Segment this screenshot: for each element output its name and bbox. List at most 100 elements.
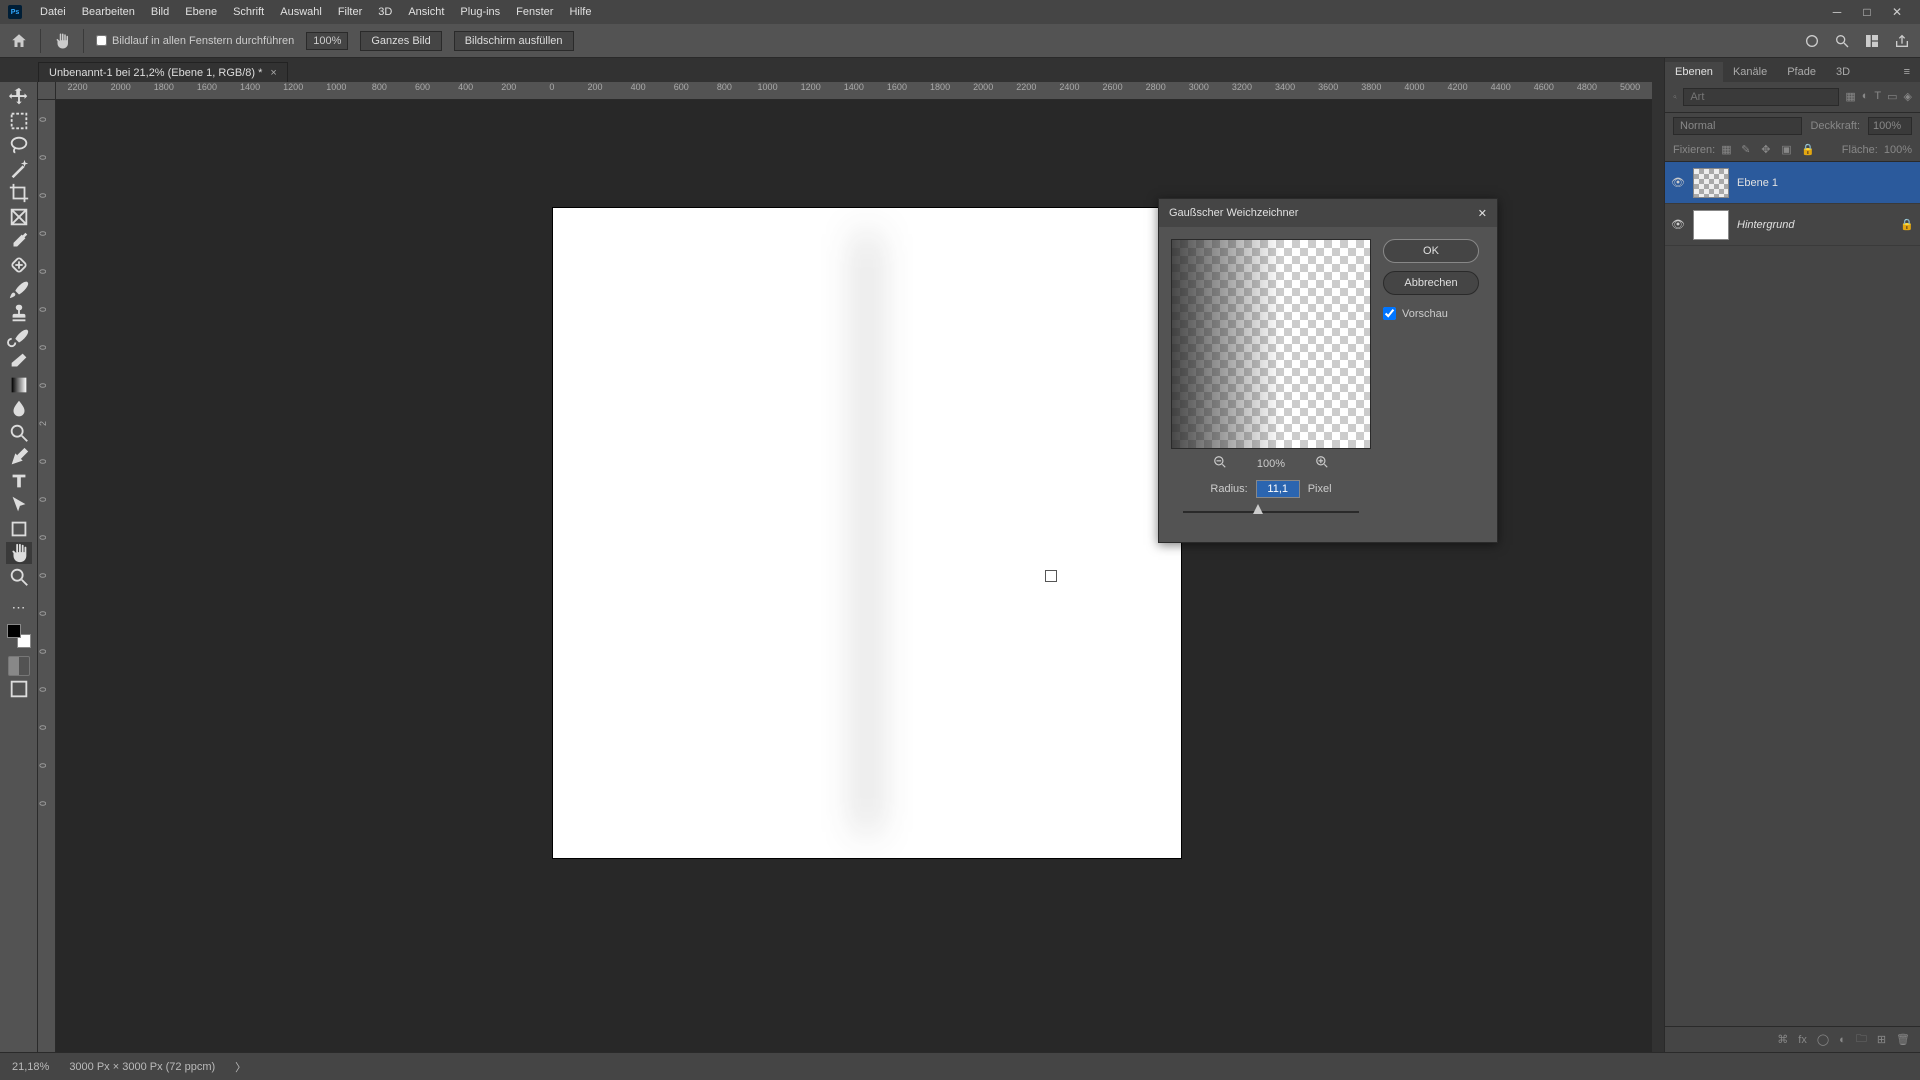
window-maximize-button[interactable]: □ [1852,5,1882,19]
filter-type-icon[interactable]: T [1874,90,1881,104]
fill-screen-button[interactable]: Bildschirm ausfüllen [454,31,574,51]
brush-tool[interactable] [6,278,32,300]
radius-slider[interactable] [1183,504,1359,520]
cloud-icon[interactable] [1804,33,1820,49]
layer-row[interactable]: 👁 Ebene 1 [1665,162,1920,204]
eyedropper-tool[interactable] [6,230,32,252]
scroll-all-windows-input[interactable] [96,35,107,46]
layer-thumbnail[interactable] [1693,168,1729,198]
zoom-field[interactable]: 100% [306,32,348,50]
filter-smart-icon[interactable]: ◈ [1904,90,1912,104]
blur-tool[interactable] [6,398,32,420]
slider-thumb[interactable] [1253,504,1263,514]
tab-paths[interactable]: Pfade [1777,62,1826,82]
lock-pixels-icon[interactable]: ✎ [1741,143,1755,157]
menu-bild[interactable]: Bild [143,3,177,21]
layer-fx-icon[interactable]: fx [1798,1034,1807,1046]
ok-button[interactable]: OK [1383,239,1479,263]
type-tool[interactable] [6,470,32,492]
share-icon[interactable] [1894,33,1910,49]
hand-tool[interactable] [6,542,32,564]
document-tab[interactable]: Unbenannt-1 bei 21,2% (Ebene 1, RGB/8) *… [38,62,288,82]
layer-filter-input[interactable] [1683,88,1839,106]
layer-name[interactable]: Hintergrund [1737,219,1794,231]
home-icon[interactable] [10,32,28,50]
edit-toolbar-icon[interactable]: ⋯ [6,596,32,618]
dialog-close-icon[interactable]: ✕ [1478,207,1487,220]
zoom-tool[interactable] [6,566,32,588]
lasso-tool[interactable] [6,134,32,156]
hand-tool-icon[interactable] [53,32,71,50]
menu-3d[interactable]: 3D [370,3,400,21]
stamp-tool[interactable] [6,302,32,324]
foreground-color[interactable] [7,624,21,638]
radius-input[interactable] [1256,480,1300,498]
dodge-tool[interactable] [6,422,32,444]
blend-mode-select[interactable]: Normal [1673,117,1802,135]
tab-layers[interactable]: Ebenen [1665,62,1723,82]
search-icon[interactable] [1834,33,1850,49]
workspace-icon[interactable] [1864,33,1880,49]
quickmask-toggle[interactable] [8,656,30,676]
close-icon[interactable]: × [270,67,276,79]
new-adjustment-icon[interactable]: ◐ [1839,1034,1846,1046]
pen-tool[interactable] [6,446,32,468]
panel-menu-icon[interactable]: ≡ [1894,62,1920,82]
zoom-out-icon[interactable] [1213,455,1227,472]
menu-ebene[interactable]: Ebene [177,3,225,21]
layer-name[interactable]: Ebene 1 [1737,177,1778,189]
new-layer-icon[interactable]: ⊞ [1877,1033,1886,1046]
delete-layer-icon[interactable]: 🗑 [1896,1033,1910,1046]
tab-3d[interactable]: 3D [1826,62,1860,82]
menu-fenster[interactable]: Fenster [508,3,561,21]
layer-thumbnail[interactable] [1693,210,1729,240]
screenmode-icon[interactable] [6,678,32,700]
filter-adjust-icon[interactable]: ◐ [1862,90,1869,104]
move-tool[interactable] [6,86,32,108]
marquee-tool[interactable] [6,110,32,132]
status-more-icon[interactable]: 〉 [235,1059,246,1075]
history-brush-tool[interactable] [6,326,32,348]
status-zoom[interactable]: 21,18% [12,1061,49,1073]
scroll-all-windows-checkbox[interactable]: Bildlauf in allen Fenstern durchführen [96,35,294,47]
visibility-eye-icon[interactable]: 👁 [1671,218,1685,231]
tab-channels[interactable]: Kanäle [1723,62,1777,82]
menu-plugins[interactable]: Plug-ins [452,3,508,21]
filter-shape-icon[interactable]: ▭ [1887,90,1897,104]
crop-tool[interactable] [6,182,32,204]
eraser-tool[interactable] [6,350,32,372]
gradient-tool[interactable] [6,374,32,396]
canvas[interactable] [553,208,1181,858]
rectangle-tool[interactable] [6,518,32,540]
new-group-icon[interactable]: 🗀 [1856,1030,1867,1049]
foreground-background-colors[interactable] [7,624,31,648]
lock-all-icon[interactable]: 🔒 [1801,143,1815,157]
menu-datei[interactable]: Datei [32,3,74,21]
path-select-tool[interactable] [6,494,32,516]
preview-checkbox[interactable]: Vorschau [1383,307,1479,320]
visibility-eye-icon[interactable]: 👁 [1671,176,1685,189]
window-minimize-button[interactable]: ─ [1822,5,1852,19]
link-layers-icon[interactable]: ⌘ [1777,1033,1788,1046]
filter-pixel-icon[interactable]: ▦ [1845,90,1855,104]
menu-filter[interactable]: Filter [330,3,370,21]
cancel-button[interactable]: Abbrechen [1383,271,1479,295]
menu-auswahl[interactable]: Auswahl [272,3,330,21]
dialog-titlebar[interactable]: Gaußscher Weichzeichner ✕ [1159,199,1497,227]
preview-checkbox-input[interactable] [1383,307,1396,320]
zoom-in-icon[interactable] [1315,455,1329,472]
healing-tool[interactable] [6,254,32,276]
fit-whole-image-button[interactable]: Ganzes Bild [360,31,441,51]
status-doc-info[interactable]: 3000 Px × 3000 Px (72 ppcm) [69,1061,215,1073]
opacity-input[interactable]: 100% [1868,117,1912,135]
layer-row[interactable]: 👁Hintergrund🔒 [1665,204,1920,246]
lock-position-icon[interactable]: ✥ [1761,143,1775,157]
menu-hilfe[interactable]: Hilfe [561,3,599,21]
lock-transparent-icon[interactable]: ▦ [1721,143,1735,157]
dialog-preview[interactable] [1171,239,1371,449]
wand-tool[interactable] [6,158,32,180]
add-mask-icon[interactable]: ◯ [1817,1033,1829,1046]
horizontal-ruler[interactable]: 2200200018001600140012001000800600400200… [56,82,1652,100]
vertical-ruler[interactable]: 0000000020000000000 [38,100,56,1052]
menu-schrift[interactable]: Schrift [225,3,272,21]
